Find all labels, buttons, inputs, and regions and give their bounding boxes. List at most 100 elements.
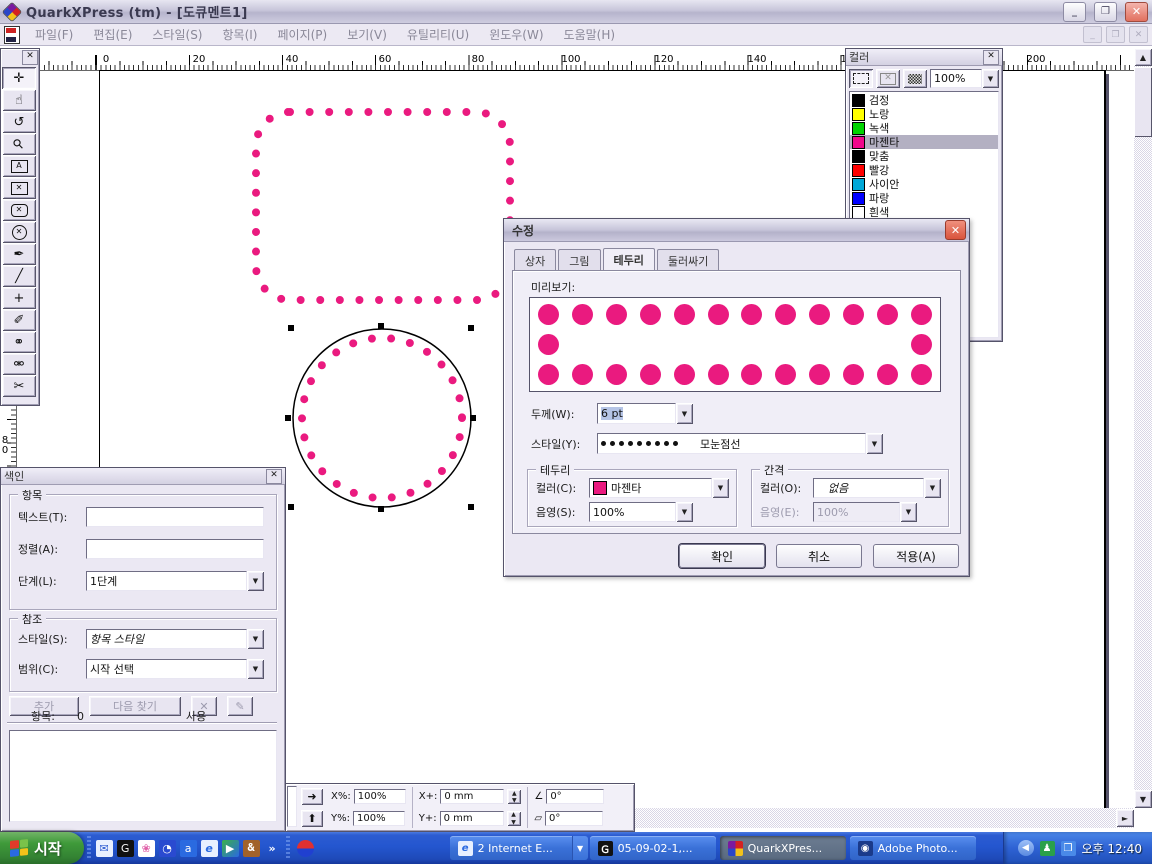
chevron-down-icon[interactable]: ▼ (866, 433, 883, 454)
chevron-down-icon[interactable]: ▼ (982, 69, 999, 88)
flip-vertical-button[interactable]: ⬆ (301, 810, 323, 827)
taskbar-button-photoshop[interactable]: ◉ Adobe Photo... (850, 836, 976, 860)
chevron-down-icon[interactable]: ▼ (247, 571, 264, 591)
child-restore-button[interactable]: ❐ (1106, 26, 1125, 43)
width-combobox[interactable]: 6 pt ▼ (597, 403, 693, 424)
ok-button[interactable]: 확인 (679, 544, 765, 568)
selection-handle[interactable] (285, 415, 291, 421)
taskbar-button-document[interactable]: Ｇ 05-09-02-1,... (590, 836, 716, 860)
tray-collapse-chevron-icon[interactable]: ◀ (1018, 840, 1034, 856)
scroll-up-icon[interactable]: ▲ (1134, 48, 1152, 66)
tab-runaround[interactable]: 둘러싸기 (657, 249, 719, 271)
close-icon[interactable]: ✕ (22, 50, 38, 65)
y-offset-stepper[interactable]: ▲▼ (507, 811, 521, 826)
dotted-oval-box[interactable] (280, 316, 484, 520)
picture-viewer-icon[interactable]: 🙴 (243, 840, 260, 857)
taskbar-button-quarkxpress[interactable]: QuarkXPres... (720, 836, 846, 860)
orthogonal-line-tool[interactable]: + (2, 287, 36, 309)
line-tool[interactable]: ╱ (2, 265, 36, 287)
quark-document-icon[interactable]: Ｇ (117, 840, 134, 857)
taskbar-group-chevron-icon[interactable]: ▼ (572, 836, 588, 860)
menu-file[interactable]: 파일(F) (26, 24, 82, 45)
menu-view[interactable]: 보기(V) (338, 24, 396, 45)
apply-button[interactable]: 적용(A) (873, 544, 959, 568)
menu-item[interactable]: 항목(I) (214, 24, 267, 45)
vertical-scrollbar[interactable]: ▲ ▼ (1134, 48, 1152, 808)
rounded-picture-box-tool[interactable]: ✕ (2, 199, 36, 221)
dotted-rounded-rectangle-box[interactable] (250, 106, 516, 306)
color-row-registration[interactable]: 맞춤 (850, 149, 998, 163)
menu-help[interactable]: 도움말(H) (555, 24, 625, 45)
chevron-down-icon[interactable]: ▼ (247, 659, 264, 679)
tab-frame[interactable]: 테두리 (603, 248, 655, 272)
level-combobox[interactable]: 1단계 ▼ (86, 571, 264, 591)
selection-handle[interactable] (288, 504, 294, 510)
color-row-green[interactable]: 녹색 (850, 121, 998, 135)
internet-explorer-icon[interactable]: e (201, 840, 218, 857)
close-button[interactable]: ✕ (1125, 2, 1148, 22)
pattern-mode-button[interactable] (903, 69, 927, 88)
y-offset-field[interactable]: 0 mm (440, 811, 504, 826)
document-icon[interactable] (4, 26, 20, 44)
quicktime-icon[interactable]: ◔ (159, 840, 176, 857)
menu-window[interactable]: 윈도우(W) (480, 24, 552, 45)
frame-color-combobox[interactable]: 마젠타 ▼ (589, 478, 729, 498)
selection-handle[interactable] (470, 415, 476, 421)
rotation-field[interactable]: 0° (546, 789, 604, 804)
scroll-down-icon[interactable]: ▼ (1134, 790, 1152, 808)
menu-page[interactable]: 페이지(P) (268, 24, 336, 45)
color-row-black[interactable]: 검정 (850, 93, 998, 107)
color-row-white[interactable]: 흰색 (850, 205, 998, 219)
start-button[interactable]: 시작 (0, 832, 84, 864)
x-offset-field[interactable]: 0 mm (440, 789, 504, 804)
minimize-button[interactable]: _ (1063, 2, 1086, 22)
selection-handle[interactable] (468, 325, 474, 331)
selection-handle[interactable] (378, 323, 384, 329)
index-palette-titlebar[interactable]: 색인 ✕ (1, 468, 285, 485)
flower-icon[interactable]: ❀ (138, 840, 155, 857)
y-scale-field[interactable]: 100% (353, 811, 405, 826)
tray-network-icon[interactable]: ♟ (1040, 841, 1055, 856)
linking-tool[interactable]: ⚭ (2, 331, 36, 353)
color-row-cyan[interactable]: 사이안 (850, 177, 998, 191)
a-program-icon[interactable]: a (180, 840, 197, 857)
menu-edit[interactable]: 편집(E) (84, 24, 141, 45)
text-input[interactable] (86, 507, 264, 527)
text-path-tool[interactable]: ✐ (2, 309, 36, 331)
gap-color-combobox[interactable]: 없음 ▼ (813, 478, 941, 498)
color-row-red[interactable]: 빨강 (850, 163, 998, 177)
x-scale-field[interactable]: 100% (354, 789, 406, 804)
chevron-down-icon[interactable]: ▼ (676, 403, 693, 424)
contents-mode-button[interactable]: ✕ (876, 69, 900, 88)
korean-ime-icon[interactable] (297, 840, 314, 857)
vertical-scroll-thumb[interactable] (1134, 67, 1152, 137)
tray-windows-icon[interactable]: ❒ (1061, 841, 1076, 856)
outlook-express-icon[interactable]: ✉ (96, 840, 113, 857)
child-minimize-button[interactable]: _ (1083, 26, 1102, 43)
sort-input[interactable] (86, 539, 264, 559)
x-offset-stepper[interactable]: ▲▼ (507, 789, 521, 804)
skew-field[interactable]: 0° (545, 811, 603, 826)
tab-box[interactable]: 상자 (514, 249, 556, 271)
frame-mode-button[interactable] (849, 69, 873, 88)
zoom-tool[interactable]: ⚲ (2, 133, 36, 155)
taskbar-button-internet-explorer[interactable]: e 2 Internet E... (450, 836, 576, 860)
chevron-down-icon[interactable]: ▼ (924, 478, 941, 498)
bezier-picture-box-tool[interactable]: ✒ (2, 243, 36, 265)
rect-picture-box-tool[interactable]: ✕ (2, 177, 36, 199)
item-tool[interactable]: ✛ (2, 67, 36, 89)
flip-horizontal-button[interactable]: ➜ (301, 788, 323, 805)
frame-shade-combobox[interactable]: 100% ▼ (589, 502, 693, 522)
scope-combobox[interactable]: 시작 선택 ▼ (86, 659, 264, 679)
chevron-down-icon[interactable]: ▼ (676, 502, 693, 522)
child-close-button[interactable]: ✕ (1129, 26, 1148, 43)
selection-handle[interactable] (378, 506, 384, 512)
chevron-down-icon[interactable]: ▼ (247, 629, 264, 649)
cancel-button[interactable]: 취소 (776, 544, 862, 568)
menu-utilities[interactable]: 유틸리티(U) (398, 24, 478, 45)
selection-handle[interactable] (468, 504, 474, 510)
restore-button[interactable]: ❐ (1094, 2, 1117, 22)
color-row-yellow[interactable]: 노랑 (850, 107, 998, 121)
colors-palette-titlebar[interactable]: 컬러 ✕ (846, 49, 1002, 66)
menu-style[interactable]: 스타일(S) (143, 24, 211, 45)
